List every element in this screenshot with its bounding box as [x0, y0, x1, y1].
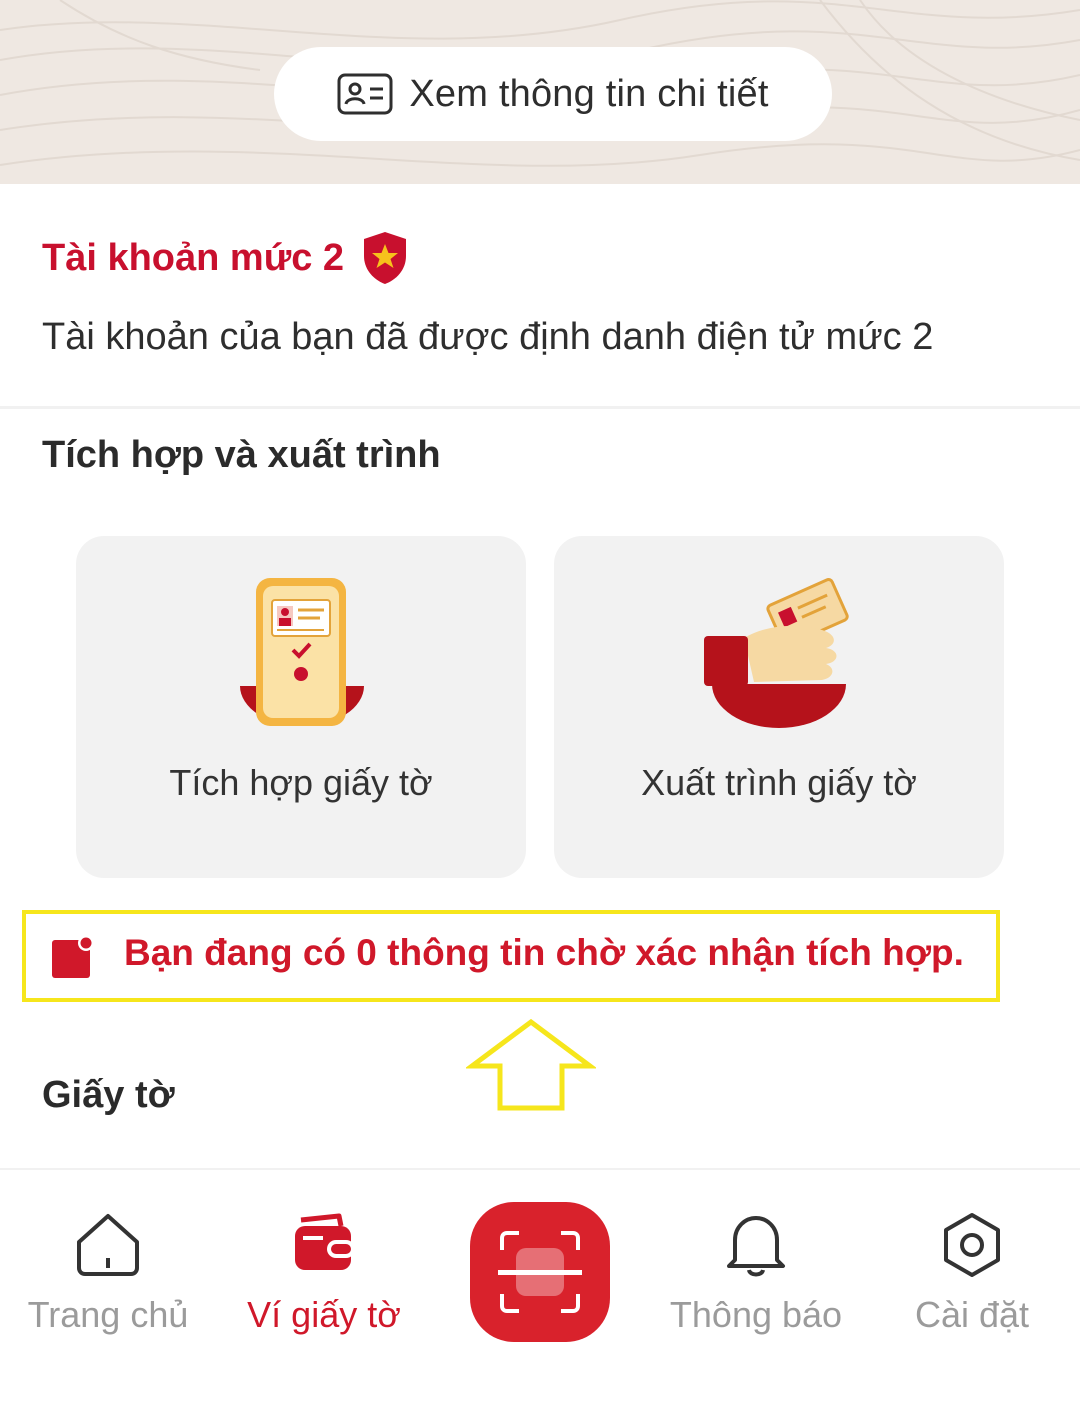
account-level-title: Tài khoản mức 2: [42, 236, 345, 279]
account-title-row: Tài khoản mức 2: [42, 230, 410, 286]
bottom-navigation: Trang chủ Ví giấy tờ Thông báo Cài đặt: [0, 1168, 1080, 1408]
home-icon: [77, 1214, 139, 1276]
nav-settings-label: Cài đặt: [914, 1294, 1030, 1335]
hand-card-icon: [704, 578, 849, 728]
phone-document-icon: [240, 578, 364, 726]
scan-qr-button[interactable]: [470, 1202, 610, 1342]
integration-section-title: Tích hợp và xuất trình: [42, 434, 441, 476]
shield-star-icon: [364, 232, 407, 284]
present-documents-label: Xuất trình giấy tờ: [641, 762, 917, 803]
account-level-section: Tài khoản mức 2 Tài khoản của bạn đã đượ…: [0, 184, 1080, 406]
settings-icon: [944, 1213, 1000, 1277]
present-documents-card[interactable]: Xuất trình giấy tờ: [554, 536, 1004, 878]
view-details-label: Xem thông tin chi tiết: [409, 72, 769, 115]
account-level-description: Tài khoản của bạn đã được định danh điện…: [42, 316, 934, 358]
nav-home[interactable]: Trang chủ: [8, 1210, 208, 1340]
nav-wallet[interactable]: Ví giấy tờ: [224, 1210, 424, 1340]
view-details-button[interactable]: Xem thông tin chi tiết: [274, 47, 832, 141]
profile-header-banner: Xem thông tin chi tiết: [0, 0, 1080, 184]
pending-integration-text: Bạn đang có 0 thông tin chờ xác nhận tíc…: [124, 932, 964, 973]
nav-home-label: Trang chủ: [27, 1294, 189, 1335]
scan-icon: [498, 1231, 582, 1313]
nav-settings[interactable]: Cài đặt: [872, 1210, 1072, 1340]
integrate-documents-label: Tích hợp giấy tờ: [169, 762, 433, 803]
wallet-icon: [295, 1213, 355, 1270]
bell-icon: [727, 1216, 785, 1277]
annotation-arrow-icon: [466, 1018, 596, 1111]
pending-integration-notice[interactable]: Bạn đang có 0 thông tin chờ xác nhận tíc…: [22, 910, 1000, 1002]
id-card-icon: [337, 73, 393, 115]
integrate-documents-card[interactable]: Tích hợp giấy tờ: [76, 536, 526, 878]
documents-section-title: Giấy tờ: [42, 1074, 175, 1116]
nav-notifications[interactable]: Thông báo: [656, 1210, 856, 1340]
notification-square-icon: [52, 935, 94, 978]
section-divider: [0, 406, 1080, 409]
nav-wallet-label: Ví giấy tờ: [247, 1294, 401, 1335]
nav-notifications-label: Thông báo: [669, 1294, 843, 1335]
